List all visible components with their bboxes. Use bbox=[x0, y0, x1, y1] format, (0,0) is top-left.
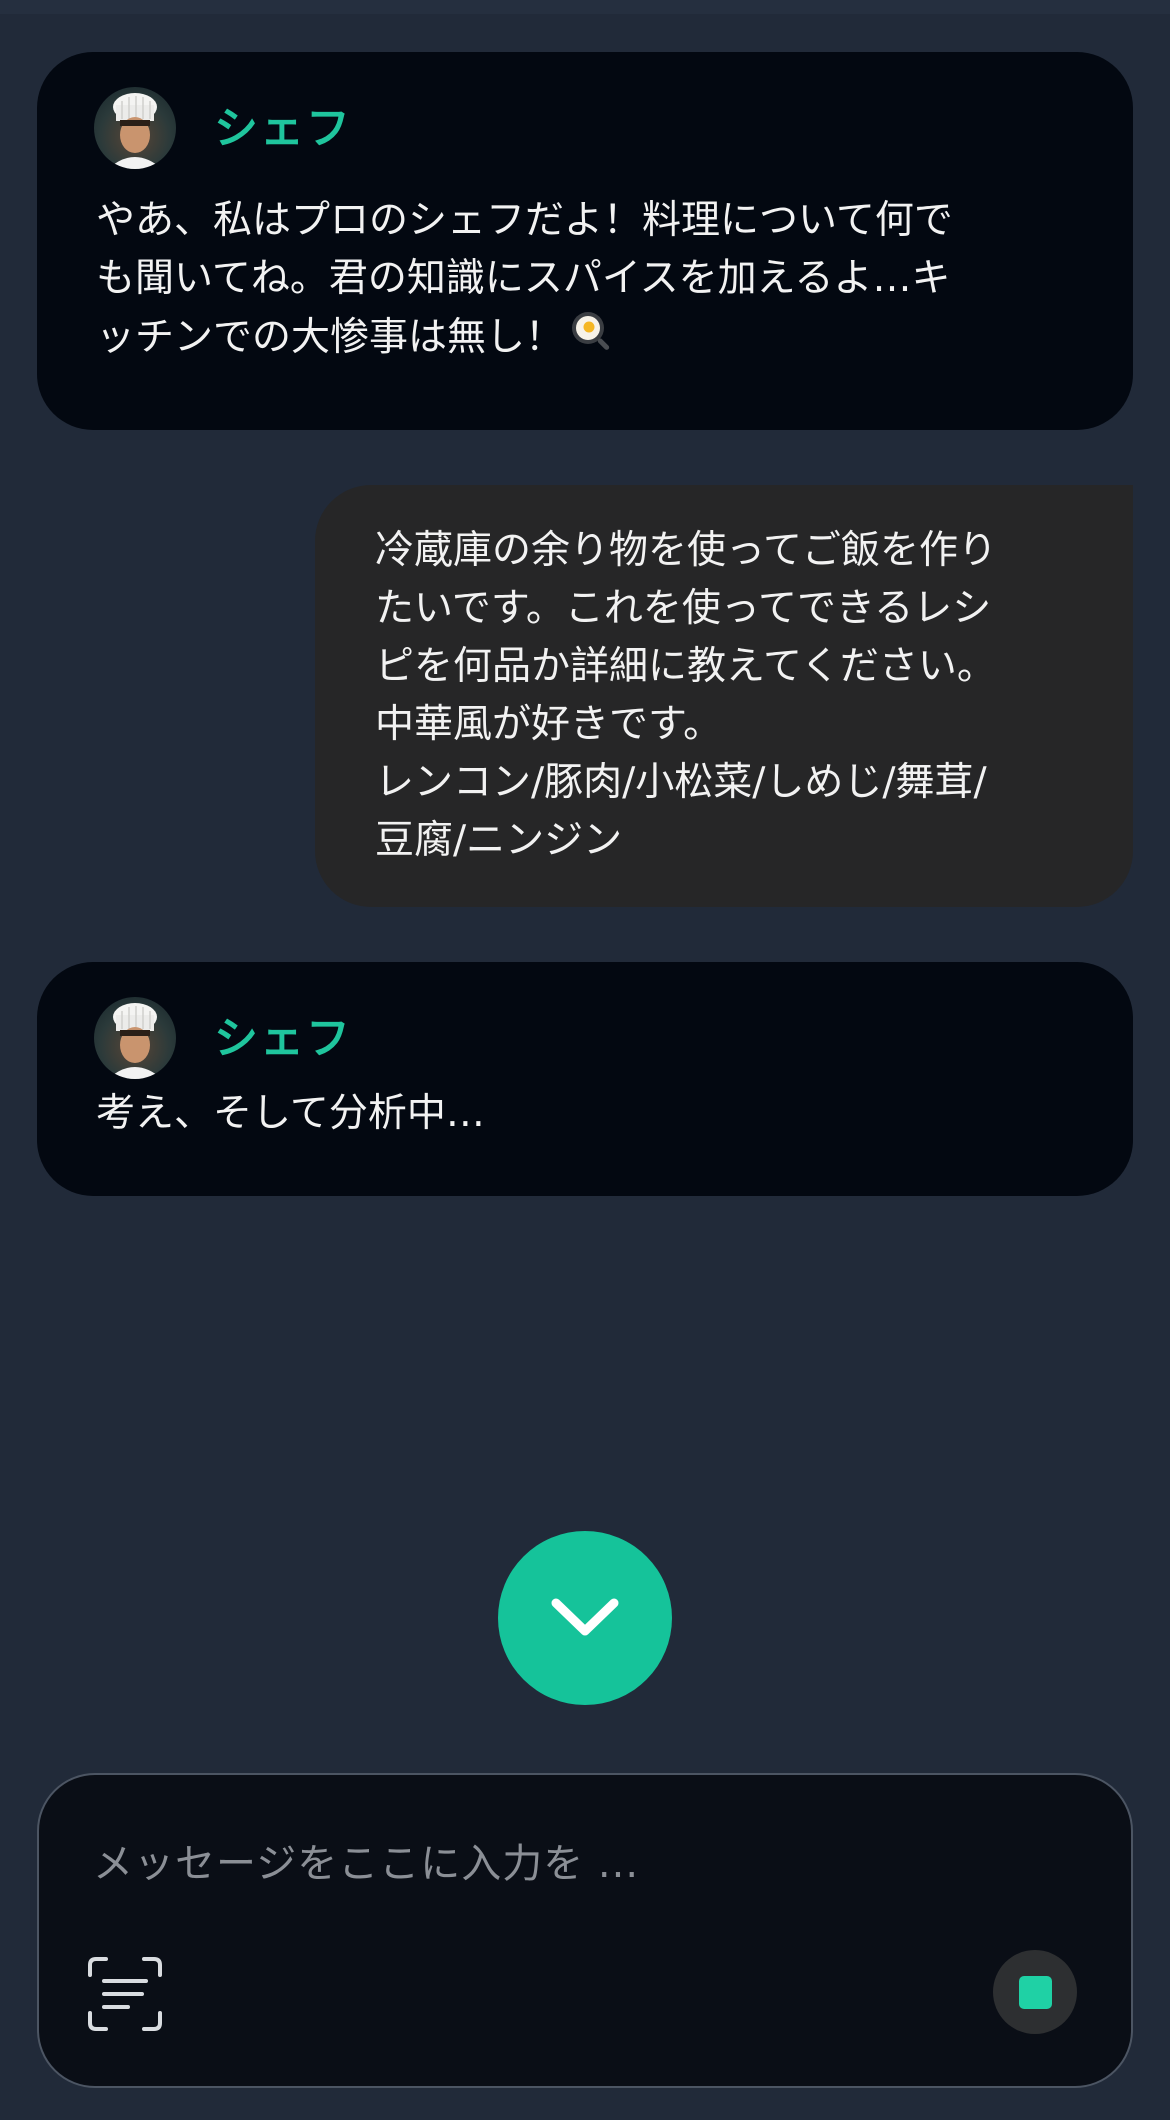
bot-name: シェフ bbox=[214, 1013, 352, 1064]
status-bar-strip bbox=[0, 0, 1170, 14]
bot-message-text: やあ、私はプロのシェフだよ！料理について何で も聞いてね。君の知識にスパイスを加… bbox=[96, 192, 1096, 371]
frying-pan-egg-icon bbox=[568, 308, 614, 371]
scroll-to-bottom-button[interactable] bbox=[498, 1531, 672, 1705]
thinking-status-text: 考え、そして分析中… bbox=[96, 1091, 485, 1136]
user-message-bubble: 冷蔵庫の余り物を使ってご飯を作り たいです。これを使ってできるレシ ピを何品か詳… bbox=[315, 485, 1133, 907]
bot-name: シェフ bbox=[214, 103, 352, 154]
bot-message-bubble: シェフ やあ、私はプロのシェフだよ！料理について何で も聞いてね。君の知識にスパ… bbox=[37, 52, 1133, 430]
user-message-text: 冷蔵庫の余り物を使ってご飯を作り たいです。これを使ってできるレシ ピを何品か詳… bbox=[375, 528, 998, 863]
chevron-down-icon bbox=[551, 1598, 619, 1636]
bot-thinking-bubble: シェフ 考え、そして分析中… bbox=[37, 962, 1133, 1196]
stop-icon bbox=[1018, 1975, 1052, 2009]
scan-text-button[interactable] bbox=[86, 1955, 164, 2033]
message-input[interactable] bbox=[91, 1823, 995, 1905]
chef-avatar bbox=[94, 997, 176, 1079]
stop-generation-button[interactable] bbox=[993, 1950, 1077, 2034]
message-composer bbox=[37, 1773, 1133, 2088]
chef-avatar bbox=[94, 87, 176, 169]
scan-text-icon bbox=[88, 1957, 162, 2031]
